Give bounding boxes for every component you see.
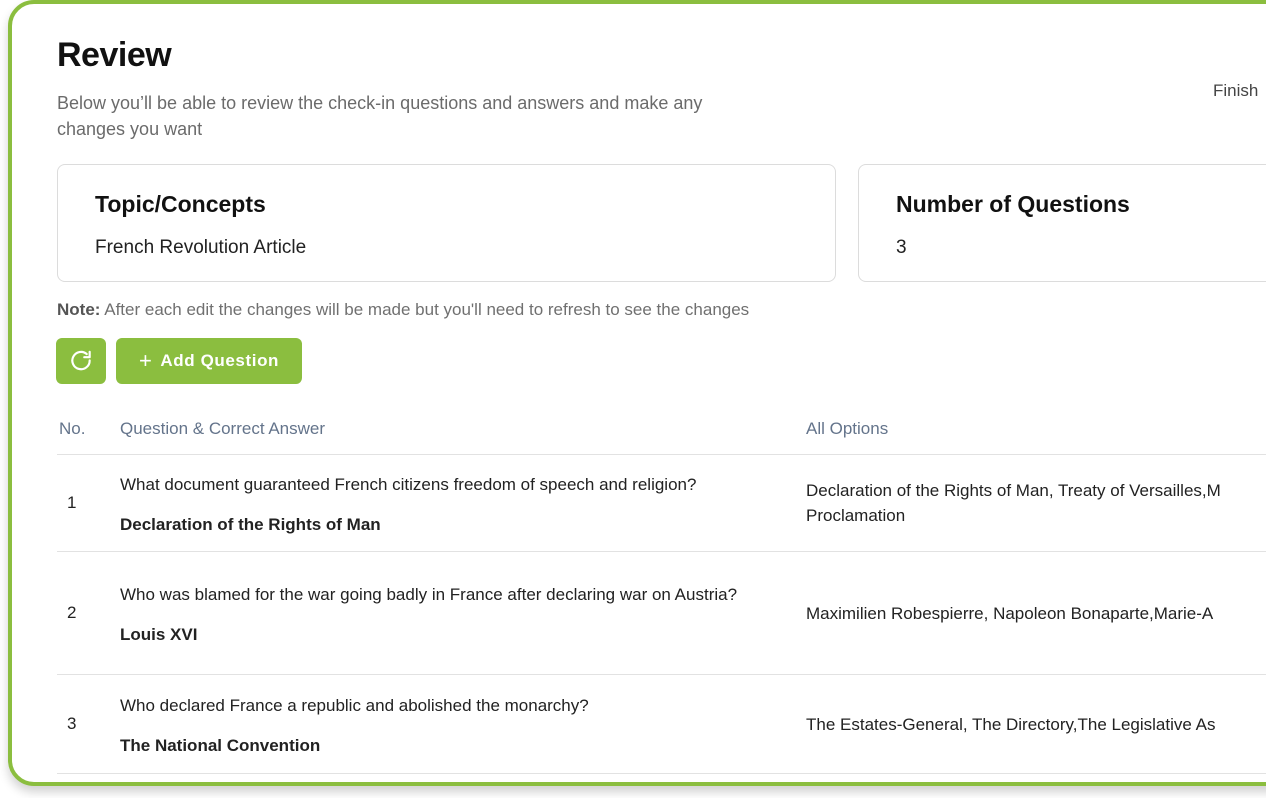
question-text: Who declared France a republic and aboli… [120,695,589,715]
table-header-row: No. Question & Correct Answer All Option… [57,404,1266,455]
note-prefix: Note: [57,300,101,319]
topic-value: French Revolution Article [95,237,307,258]
refresh-icon [71,350,91,371]
column-header-no: No. [57,404,120,455]
note-text: After each edit the changes will be made… [104,300,750,319]
table-row[interactable]: 2 Who was blamed for the war going badly… [57,551,1266,675]
question-count-card: Number of Questions 3 [858,164,1266,282]
row-number: 1 [57,454,120,552]
refresh-note: Note: After each edit the changes will b… [57,300,749,320]
correct-answer: Declaration of the Rights of Man [120,514,381,534]
finish-button[interactable]: Finish [1213,81,1258,101]
question-count-label: Number of Questions [896,191,1130,217]
add-question-label: Add Question [160,351,280,370]
options-text: Maximilien Robespierre, Napoleon Bonapar… [806,603,1214,623]
add-question-button[interactable]: + Add Question [116,338,302,384]
correct-answer: The National Convention [120,735,321,755]
table-row[interactable]: 3 Who declared France a republic and abo… [57,674,1266,774]
plus-icon: + [138,348,153,373]
question-cell: Who declared France a republic and aboli… [120,674,806,774]
options-cell: Maximilien Robespierre, Napoleon Bonapar… [806,551,1266,675]
page-title: Review [57,36,172,74]
options-text: Declaration of the Rights of Man, Treaty… [806,481,1221,525]
column-header-options: All Options [806,404,1266,455]
question-text: What document guaranteed French citizens… [120,474,697,494]
correct-answer: Louis XVI [120,624,198,644]
question-count-value: 3 [896,237,907,258]
topic-card: Topic/Concepts French Revolution Article [57,164,836,282]
questions-table: No. Question & Correct Answer All Option… [57,404,1266,774]
question-cell: What document guaranteed French citizens… [120,454,806,552]
options-text: The Estates-General, The Directory,The L… [806,714,1216,734]
refresh-button[interactable] [56,338,106,384]
question-text: Who was blamed for the war going badly i… [120,584,738,604]
topic-label: Topic/Concepts [95,191,266,217]
options-cell: The Estates-General, The Directory,The L… [806,674,1266,774]
column-header-question: Question & Correct Answer [120,404,806,455]
row-number: 3 [57,674,120,774]
row-number: 2 [57,551,120,675]
options-cell: Declaration of the Rights of Man, Treaty… [806,454,1266,552]
question-cell: Who was blamed for the war going badly i… [120,551,806,675]
page-subtitle: Below you’ll be able to review the check… [57,93,703,139]
table-row[interactable]: 1 What document guaranteed French citize… [57,454,1266,552]
